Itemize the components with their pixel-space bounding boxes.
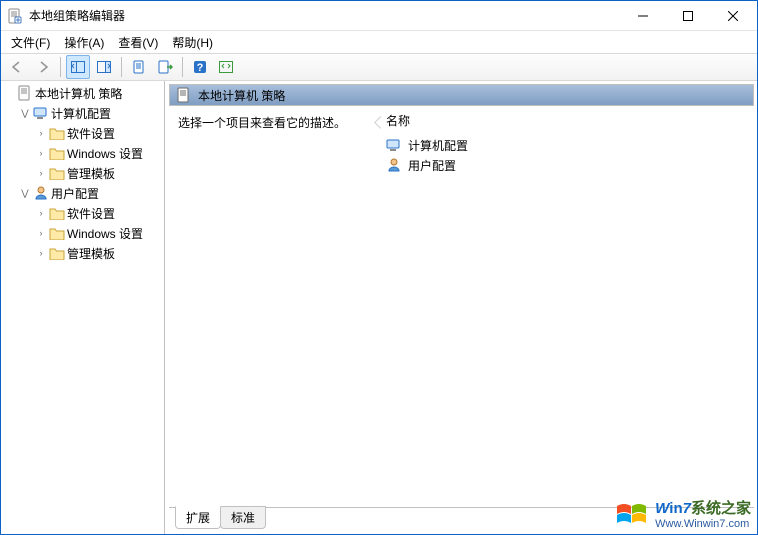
show-fav-button[interactable]: [92, 55, 116, 79]
tree-label: 软件设置: [67, 205, 115, 222]
help-button[interactable]: ?: [188, 55, 212, 79]
expand-icon[interactable]: ›: [35, 227, 47, 239]
item-list: 名称 计算机配置 用户配置: [380, 108, 754, 507]
collapse-icon[interactable]: ⋁: [19, 187, 31, 199]
tree-item-templates[interactable]: › 管理模板: [35, 243, 164, 263]
computer-icon: [33, 105, 49, 121]
tree-label: 管理模板: [67, 165, 115, 182]
tree-item-software[interactable]: › 软件设置: [35, 123, 164, 143]
tree-item-windows[interactable]: › Windows 设置: [35, 143, 164, 163]
maximize-button[interactable]: [665, 1, 710, 30]
export-button[interactable]: [153, 55, 177, 79]
tree-pane[interactable]: 本地计算机 策略 ⋁ 计算机配置 ›: [1, 81, 165, 534]
menu-view[interactable]: 查看(V): [112, 32, 164, 53]
close-button[interactable]: [710, 1, 755, 30]
tree-item-windows[interactable]: › Windows 设置: [35, 223, 164, 243]
column-name[interactable]: 名称: [386, 112, 748, 129]
menu-file[interactable]: 文件(F): [5, 32, 56, 53]
detail-body: 选择一个项目来查看它的描述。 名称 计算机配置 用户配置: [169, 108, 754, 507]
main-pane: 本地计算机 策略 选择一个项目来查看它的描述。 名称 计算机配置 用户配: [165, 81, 757, 534]
computer-icon: [386, 137, 402, 153]
window-title: 本地组策略编辑器: [29, 7, 620, 24]
list-item-user[interactable]: 用户配置: [386, 155, 748, 175]
toolbar-separator: [60, 57, 61, 77]
menu-help[interactable]: 帮助(H): [166, 32, 219, 53]
list-item-label: 计算机配置: [408, 137, 468, 154]
detail-title: 本地计算机 策略: [198, 87, 285, 104]
tab-standard[interactable]: 标准: [220, 506, 266, 529]
forward-button[interactable]: [31, 55, 55, 79]
folder-icon: [49, 165, 65, 181]
user-icon: [386, 157, 402, 173]
back-button[interactable]: [5, 55, 29, 79]
user-icon: [33, 185, 49, 201]
expand-icon[interactable]: ›: [35, 167, 47, 179]
svg-text:?: ?: [197, 62, 204, 74]
toolbar: ?: [1, 53, 757, 81]
tabs-strip: 扩展 标准: [169, 507, 754, 531]
tree-root[interactable]: 本地计算机 策略: [3, 83, 164, 103]
folder-icon: [49, 205, 65, 221]
toolbar-separator: [182, 57, 183, 77]
policy-icon: [17, 85, 33, 101]
titlebar: 本地组策略编辑器: [1, 1, 757, 31]
toolbar-separator: [121, 57, 122, 77]
tree-label: 管理模板: [67, 245, 115, 262]
minimize-button[interactable]: [620, 1, 665, 30]
collapse-icon[interactable]: ⋁: [19, 107, 31, 119]
expand-icon[interactable]: ›: [35, 247, 47, 259]
description-panel: 选择一个项目来查看它的描述。: [170, 108, 380, 507]
show-tree-button[interactable]: [66, 55, 90, 79]
tree-label: 用户配置: [51, 185, 99, 202]
app-icon: [7, 8, 23, 24]
folder-icon: [49, 225, 65, 241]
tree-label: Windows 设置: [67, 225, 143, 242]
folder-icon: [49, 245, 65, 261]
menubar: 文件(F) 操作(A) 查看(V) 帮助(H): [1, 31, 757, 53]
menu-action[interactable]: 操作(A): [58, 32, 110, 53]
list-item-label: 用户配置: [408, 157, 456, 174]
properties-button[interactable]: [127, 55, 151, 79]
expand-icon[interactable]: ›: [35, 127, 47, 139]
expand-icon[interactable]: ›: [35, 147, 47, 159]
tree-label: 本地计算机 策略: [35, 85, 122, 102]
tree-computer-config[interactable]: ⋁ 计算机配置: [19, 103, 164, 123]
filter-button[interactable]: [214, 55, 238, 79]
expand-icon[interactable]: ›: [35, 207, 47, 219]
description-hint: 选择一个项目来查看它的描述。: [178, 116, 346, 130]
tree-label: Windows 设置: [67, 145, 143, 162]
list-item-computer[interactable]: 计算机配置: [386, 135, 748, 155]
window-controls: [620, 1, 755, 30]
folder-icon: [49, 125, 65, 141]
policy-icon: [176, 87, 192, 103]
tree-label: 软件设置: [67, 125, 115, 142]
tab-extended[interactable]: 扩展: [175, 506, 221, 529]
content-area: 本地计算机 策略 ⋁ 计算机配置 ›: [1, 81, 757, 534]
folder-icon: [49, 145, 65, 161]
tree-user-config[interactable]: ⋁ 用户配置: [19, 183, 164, 203]
tree-item-templates[interactable]: › 管理模板: [35, 163, 164, 183]
tree-item-software[interactable]: › 软件设置: [35, 203, 164, 223]
tree-label: 计算机配置: [51, 105, 111, 122]
detail-header: 本地计算机 策略: [169, 84, 754, 106]
